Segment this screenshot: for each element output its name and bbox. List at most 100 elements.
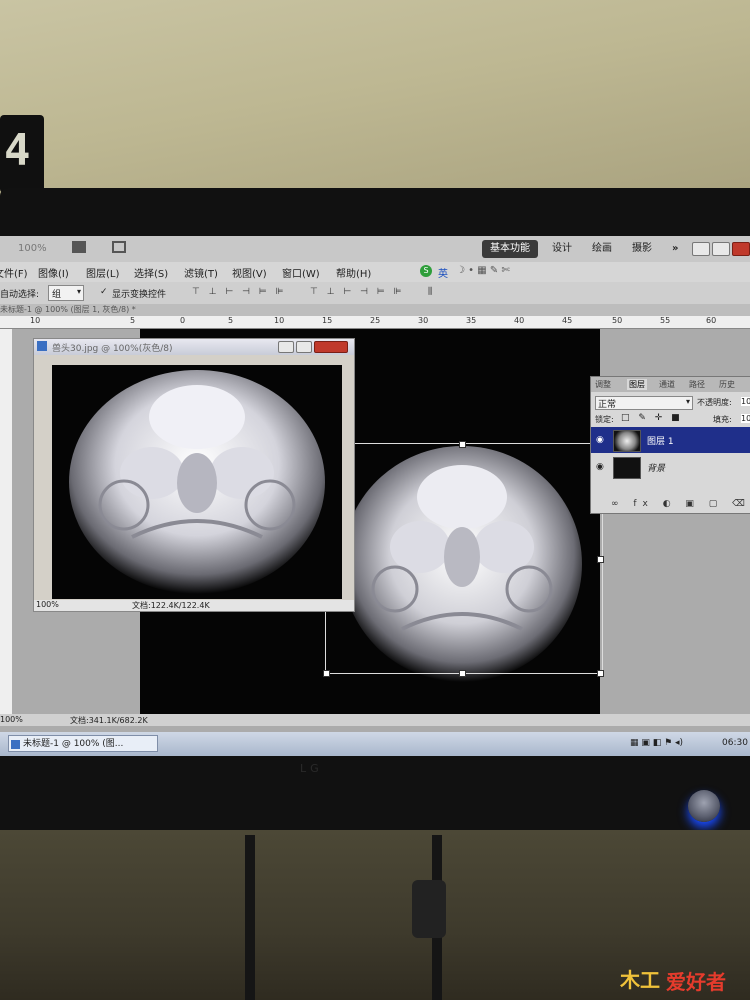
- tab-channels[interactable]: 通道: [659, 379, 675, 390]
- transform-bounding-box[interactable]: [325, 443, 603, 674]
- ruler-tick: 50: [612, 316, 623, 325]
- fill-input[interactable]: 10: [741, 414, 750, 423]
- float-maximize-button[interactable]: [296, 341, 312, 353]
- opacity-input[interactable]: 10: [741, 397, 750, 406]
- menu-image[interactable]: 图像(I): [38, 265, 69, 280]
- site-watermark: 木工 爱好者: [620, 960, 750, 996]
- app-bar: 100% 基本功能 设计 绘画 摄影 »: [0, 236, 750, 262]
- menu-bar: 文件(F) 图像(I) 图层(L) 选择(S) 滤镜(T) 视图(V) 窗口(W…: [0, 262, 750, 282]
- workspace-essentials[interactable]: 基本功能: [482, 240, 538, 258]
- transform-handle[interactable]: [597, 670, 604, 677]
- transform-handle[interactable]: [459, 670, 466, 677]
- cable: [245, 835, 255, 1000]
- show-transform-label: 显示变换控件: [112, 290, 167, 300]
- transform-handle[interactable]: [597, 556, 604, 563]
- floating-artwork: [69, 370, 325, 594]
- opacity-label: 不透明度:: [697, 398, 732, 407]
- ruler-tick: 35: [466, 316, 477, 325]
- menu-filter[interactable]: 滤镜(T): [184, 265, 218, 280]
- watermark-text: 爱好者: [666, 970, 726, 994]
- ruler-tick: 25: [370, 316, 381, 325]
- ruler-tick: 40: [514, 316, 525, 325]
- zoom-combo[interactable]: 100%: [18, 243, 47, 254]
- monitor-screen: 100% 基本功能 设计 绘画 摄影 » 文件(F) 图像(I) 图层(L) 选…: [0, 236, 750, 756]
- view-extras-icon[interactable]: [72, 241, 86, 253]
- floating-window-canvas[interactable]: [52, 365, 342, 599]
- menu-select[interactable]: 选择(S): [134, 265, 168, 280]
- tab-paths[interactable]: 路径: [689, 379, 705, 390]
- floating-window-titlebar[interactable]: 兽头30.jpg @ 100%(灰色/8): [34, 339, 354, 355]
- auto-select-label: 自动选择:: [0, 290, 40, 300]
- ruler-tick: 30: [418, 316, 429, 325]
- eye-icon[interactable]: ◉: [596, 462, 604, 472]
- ruler-tick: 5: [130, 316, 136, 325]
- screen-mode-icon[interactable]: [112, 241, 126, 253]
- lock-icons[interactable]: □ ✎ ✛ ■: [621, 413, 683, 423]
- eye-icon[interactable]: ◉: [596, 435, 604, 445]
- menu-layer[interactable]: 图层(L): [86, 265, 119, 280]
- menu-window[interactable]: 窗口(W): [282, 265, 320, 280]
- status-zoom[interactable]: 100%: [0, 715, 23, 724]
- status-bar: 100% 文档:341.1K/682.2K: [0, 714, 750, 726]
- tab-layers[interactable]: 图层: [627, 379, 647, 390]
- auto-select-value: 组: [52, 290, 62, 300]
- more-workspaces-button[interactable]: »: [664, 240, 686, 258]
- distribute-buttons-icon[interactable]: ⊤ ⊥ ⊢ ⊣ ⊨ ⊫: [310, 287, 404, 297]
- cable-plug: [412, 880, 446, 938]
- ruler-tick: 60: [706, 316, 717, 325]
- blend-mode-select[interactable]: 正常 ▾: [595, 396, 693, 410]
- tab-adjustments[interactable]: 调整: [595, 379, 611, 390]
- taskbar-item-photoshop[interactable]: 未标题-1 @ 100% (图...: [8, 735, 158, 752]
- ime-lang[interactable]: 英: [438, 265, 448, 280]
- power-button-icon[interactable]: [688, 790, 720, 822]
- ime-badge[interactable]: S: [420, 265, 432, 277]
- layer-row-selected[interactable]: ◉ 图层 1: [591, 427, 750, 453]
- horizontal-ruler: 10 5 0 5 10 15 25 30 35 40 45 50 55 60: [0, 316, 750, 329]
- ruler-tick: 15: [322, 316, 333, 325]
- layer-thumbnail: [613, 457, 641, 479]
- menu-view[interactable]: 视图(V): [232, 265, 267, 280]
- workspace-photography[interactable]: 摄影: [624, 240, 660, 258]
- float-minimize-button[interactable]: [278, 341, 294, 353]
- menu-help[interactable]: 帮助(H): [336, 265, 371, 280]
- digital-clock: 4: [0, 115, 44, 193]
- taskbar-item-label: 未标题-1 @ 100% (图...: [23, 739, 124, 749]
- floating-zoom[interactable]: 100%: [36, 600, 59, 609]
- tab-history[interactable]: 历史: [719, 379, 735, 390]
- layer-name: 图层 1: [647, 437, 674, 447]
- auto-select-dropdown[interactable]: 组 ▾: [48, 285, 84, 301]
- floating-doc-info: 文档:122.4K/122.4K: [132, 601, 210, 610]
- floating-window-statusbar: 100% 文档:122.4K/122.4K: [34, 600, 354, 611]
- workspace-painting[interactable]: 绘画: [584, 240, 620, 258]
- lock-label: 锁定:: [595, 415, 614, 424]
- ruler-tick: 10: [274, 316, 285, 325]
- tray-icons[interactable]: ▦ ▣ ◧ ⚑ ◂): [630, 738, 683, 748]
- ps-doc-icon: [37, 341, 47, 351]
- ruler-tick: 55: [660, 316, 671, 325]
- tray-clock[interactable]: 06:30: [722, 738, 748, 748]
- align-buttons-icon[interactable]: ⊤ ⊥ ⊢ ⊣ ⊨ ⊫: [192, 287, 286, 297]
- maximize-button[interactable]: [712, 242, 730, 256]
- floating-document-window[interactable]: 兽头30.jpg @ 100%(灰色/8) 100% 文档:122.4K/122…: [33, 338, 355, 612]
- wall-background: [0, 0, 750, 215]
- ime-toolbar-icons[interactable]: ☽ • ▦ ✎ ✄: [456, 265, 510, 276]
- layer-row[interactable]: ◉ 背景: [591, 454, 750, 480]
- ps-app-icon: [11, 740, 20, 749]
- ruler-tick: 5: [228, 316, 234, 325]
- floating-window-title: 兽头30.jpg @ 100%(灰色/8): [52, 344, 173, 354]
- transform-handle[interactable]: [459, 441, 466, 448]
- transform-handle[interactable]: [323, 670, 330, 677]
- menu-file[interactable]: 文件(F): [0, 265, 28, 280]
- document-tab[interactable]: 未标题-1 @ 100% (图层 1, 灰色/8) *: [0, 304, 750, 316]
- close-button[interactable]: [732, 242, 750, 256]
- windows-taskbar: 未标题-1 @ 100% (图... ▦ ▣ ◧ ⚑ ◂) 06:30: [0, 732, 750, 756]
- layers-panel: 调整 图层 通道 路径 历史 正常 ▾ 不透明度: 10 锁定: □ ✎ ✛ ■…: [590, 376, 750, 514]
- workspace-design[interactable]: 设计: [544, 240, 580, 258]
- layer-actions-icons[interactable]: ∞ fx ◐ ▣ ▢ ⌫: [611, 499, 750, 509]
- clock-digit: 4: [4, 125, 31, 176]
- float-close-button[interactable]: [314, 341, 348, 353]
- minimize-button[interactable]: [692, 242, 710, 256]
- options-bar: 自动选择: 组 ▾ ✓ 显示变换控件 ⊤ ⊥ ⊢ ⊣ ⊨ ⊫ ⊤ ⊥ ⊢ ⊣ ⊨…: [0, 282, 750, 305]
- show-transform-checkbox[interactable]: ✓: [100, 287, 108, 297]
- auto-align-icon[interactable]: ⫼: [428, 287, 435, 297]
